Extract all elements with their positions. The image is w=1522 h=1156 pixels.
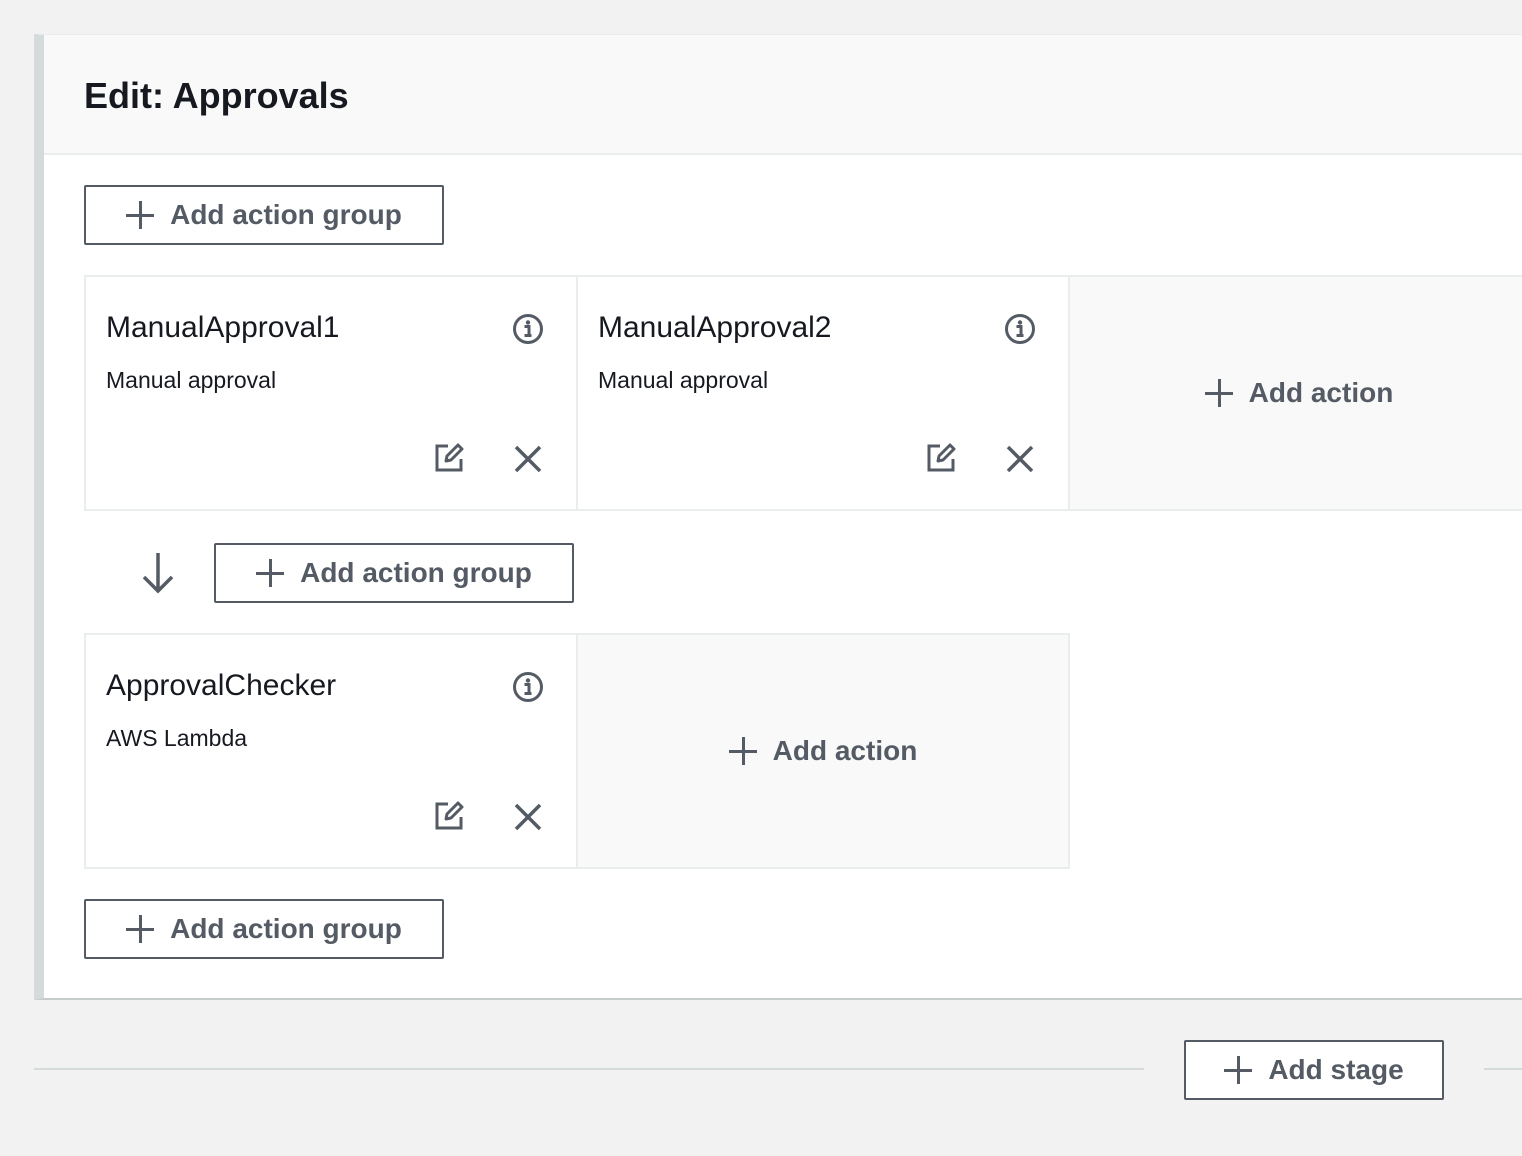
add-action-button-group-2[interactable]: Add action (576, 633, 1070, 869)
stage-title: Edit: Approvals (84, 75, 349, 116)
close-icon[interactable] (1004, 443, 1036, 475)
stage-header: Edit: Approvals (44, 35, 1522, 155)
close-icon[interactable] (512, 801, 544, 833)
divider-line-right (1484, 1068, 1522, 1070)
plus-icon (256, 559, 285, 587)
arrow-down-icon (142, 553, 174, 594)
action-name: ManualApproval1 (106, 311, 340, 344)
plus-icon (1224, 1056, 1253, 1084)
info-icon[interactable] (512, 671, 544, 703)
edit-icon[interactable] (434, 801, 464, 831)
add-stage-button[interactable]: Add stage (1184, 1040, 1444, 1100)
add-action-label: Add action (1248, 377, 1394, 408)
action-provider: Manual approval (598, 367, 769, 393)
add-action-group-button-top[interactable]: Add action group (84, 185, 444, 245)
action-provider: AWS Lambda (106, 725, 248, 751)
action-name: ApprovalChecker (106, 669, 337, 702)
add-action-group-button-middle[interactable]: Add action group (214, 543, 574, 603)
edit-icon[interactable] (926, 443, 956, 473)
plus-icon (1204, 379, 1233, 407)
add-action-group-button-bottom[interactable]: Add action group (84, 899, 444, 959)
add-action-group-label: Add action group (170, 913, 402, 944)
add-action-button-group-1[interactable]: Add action (1068, 275, 1522, 511)
plus-icon (126, 201, 155, 229)
divider-line-left (34, 1068, 1144, 1070)
add-action-label: Add action (772, 735, 918, 766)
info-icon[interactable] (1004, 313, 1036, 345)
action-card-approvalchecker[interactable]: ApprovalChecker AWS Lambda (84, 633, 578, 869)
action-provider: Manual approval (106, 367, 277, 393)
edit-icon[interactable] (434, 443, 464, 473)
add-action-group-label: Add action group (300, 557, 532, 588)
plus-icon (126, 915, 155, 943)
action-name: ManualApproval2 (598, 311, 832, 344)
add-action-group-label: Add action group (170, 199, 402, 230)
action-group-1: ManualApproval1 Manual approval ManualAp… (84, 275, 1522, 511)
plus-icon (728, 737, 757, 765)
add-stage-label: Add stage (1268, 1054, 1404, 1085)
action-card-manualapproval1[interactable]: ManualApproval1 Manual approval (84, 275, 578, 511)
action-card-manualapproval2[interactable]: ManualApproval2 Manual approval (576, 275, 1070, 511)
close-icon[interactable] (512, 443, 544, 475)
stage-edit-panel: Edit: Approvals Add action group ManualA… (34, 34, 1522, 1000)
info-icon[interactable] (512, 313, 544, 345)
action-group-2: ApprovalChecker AWS Lambda Add action (84, 633, 1070, 869)
